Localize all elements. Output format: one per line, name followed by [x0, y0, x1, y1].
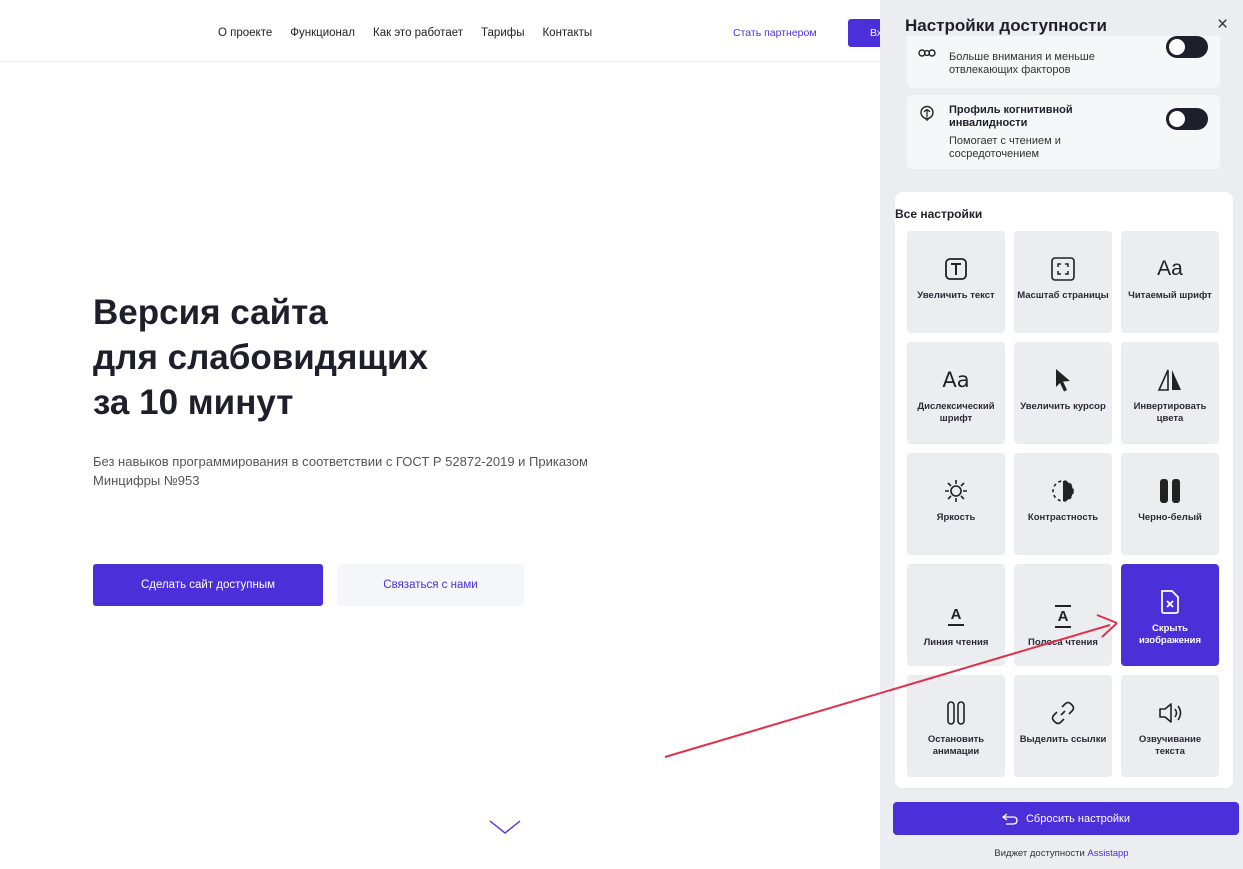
chevron-down-icon[interactable]: [488, 818, 522, 838]
panel-header: Настройки доступности ×: [880, 0, 1243, 36]
brightness-icon: [938, 475, 974, 507]
font-icon: Aa: [1157, 257, 1183, 280]
all-settings-section: Все настройки Увеличить текст Масштаб ст…: [895, 192, 1233, 788]
tile-stop-animations[interactable]: Остановить анимации: [907, 675, 1005, 777]
tile-contrast[interactable]: Контрастность: [1014, 453, 1112, 555]
reset-settings-label: Сбросить настройки: [1025, 812, 1131, 825]
tile-label: Линия чтения: [923, 637, 989, 648]
hero-title-line: Версия сайта: [93, 293, 328, 332]
nav-link-features[interactable]: Функционал: [290, 27, 355, 39]
all-settings-title: Все настройки: [895, 207, 983, 221]
nav-link-how-it-works[interactable]: Как это работает: [373, 27, 463, 39]
hero-title: Версия сайта для слабовидящих за 10 мину…: [93, 290, 428, 425]
tile-brightness[interactable]: Яркость: [907, 453, 1005, 555]
tile-label: Инвертировать цвета: [1133, 401, 1207, 424]
become-partner-link[interactable]: Стать партнером: [733, 27, 817, 39]
profile-description: Помогает с чтением и сосредоточением: [949, 135, 1061, 160]
tile-dyslexic-font[interactable]: Aa Дислексический шрифт: [907, 342, 1005, 444]
tile-page-zoom[interactable]: Масштаб страницы: [1014, 231, 1112, 333]
page: О проекте Функционал Как это работает Та…: [0, 0, 1243, 869]
hero-title-line: за 10 минут: [93, 383, 294, 422]
tile-grayscale[interactable]: Черно-белый: [1121, 453, 1219, 555]
hide-images-icon: [1152, 586, 1188, 618]
link-icon: [1045, 697, 1081, 729]
tile-label: Яркость: [936, 512, 976, 523]
stop-animation-icon: [938, 697, 974, 729]
tile-label: Озвучивание текста: [1138, 734, 1202, 757]
tile-increase-text[interactable]: Увеличить текст: [907, 231, 1005, 333]
cursor-icon: [1045, 364, 1081, 396]
brain-icon: [920, 105, 934, 121]
contact-us-button[interactable]: Связаться с нами: [337, 564, 524, 606]
profile-toggle-adhd[interactable]: [1166, 36, 1208, 58]
pause-icon: [1152, 475, 1188, 507]
tile-label: Читаемый шрифт: [1128, 290, 1212, 301]
tile-label: Скрыть изображения: [1138, 623, 1202, 646]
reset-settings-button[interactable]: Сбросить настройки: [893, 802, 1239, 835]
profile-card-cognitive: Профиль когнитивной инвалидности Помогае…: [907, 95, 1220, 169]
tile-label: Масштаб страницы: [1017, 290, 1109, 301]
speaker-icon: [1152, 697, 1188, 729]
hero-subtitle: Без навыков программирования в соответст…: [93, 454, 588, 488]
tile-reading-line[interactable]: A Линия чтения: [907, 564, 1005, 666]
nav-link-about[interactable]: О проекте: [218, 27, 272, 39]
profile-name: Профиль когнитивной инвалидности: [949, 104, 1073, 129]
expand-icon: [1045, 253, 1081, 285]
profile-toggle-cognitive[interactable]: [1166, 108, 1208, 130]
settings-grid: Увеличить текст Масштаб страницы Aa Чита…: [907, 231, 1221, 777]
tile-reading-mask[interactable]: A Полоса чтения: [1014, 564, 1112, 666]
tile-text-to-speech[interactable]: Озвучивание текста: [1121, 675, 1219, 777]
tile-label: Контрастность: [1027, 512, 1099, 523]
invert-icon: [1152, 364, 1188, 396]
tile-label: Увеличить курсор: [1020, 401, 1106, 412]
glasses-icon: [918, 49, 936, 57]
tile-big-cursor[interactable]: Увеличить курсор: [1014, 342, 1112, 444]
panel-title: Настройки доступности: [905, 16, 1107, 35]
undo-icon: [1001, 812, 1018, 825]
profile-description: Больше внимания и меньше отвлекающих фак…: [949, 51, 1095, 76]
nav-links: О проекте Функционал Как это работает Та…: [218, 27, 592, 39]
hero-title-line: для слабовидящих: [93, 338, 428, 377]
footer-text: Виджет доступности: [994, 848, 1085, 859]
tile-label: Остановить анимации: [927, 734, 985, 757]
tile-readable-font[interactable]: Aa Читаемый шрифт: [1121, 231, 1219, 333]
tile-label: Выделить ссылки: [1019, 734, 1107, 745]
contrast-icon: [1045, 475, 1081, 507]
make-site-accessible-button[interactable]: Сделать сайт доступным: [93, 564, 323, 606]
tile-label: Увеличить текст: [917, 290, 995, 301]
tile-label: Дислексический шрифт: [917, 401, 995, 424]
tile-label: Полоса чтения: [1028, 637, 1098, 648]
assistapp-link[interactable]: Assistapp: [1087, 848, 1128, 859]
profile-card-adhd: Больше внимания и меньше отвлекающих фак…: [907, 30, 1220, 88]
close-icon[interactable]: ×: [1217, 14, 1228, 36]
accessibility-panel: Больше внимания и меньше отвлекающих фак…: [880, 0, 1243, 869]
tile-label: Черно-белый: [1138, 512, 1202, 523]
text-size-icon: [938, 253, 974, 285]
top-navigation: О проекте Функционал Как это работает Та…: [0, 0, 888, 62]
panel-footer: Виджет доступности Assistapp: [880, 848, 1243, 859]
nav-link-contacts[interactable]: Контакты: [542, 27, 592, 39]
reading-line-icon: A: [938, 600, 974, 632]
tile-highlight-links[interactable]: Выделить ссылки: [1014, 675, 1112, 777]
nav-link-pricing[interactable]: Тарифы: [481, 27, 524, 39]
tile-invert-colors[interactable]: Инвертировать цвета: [1121, 342, 1219, 444]
tile-hide-images[interactable]: Скрыть изображения: [1121, 564, 1219, 666]
reading-mask-icon: A: [1045, 600, 1081, 632]
dyslexic-font-icon: Aa: [942, 368, 970, 392]
